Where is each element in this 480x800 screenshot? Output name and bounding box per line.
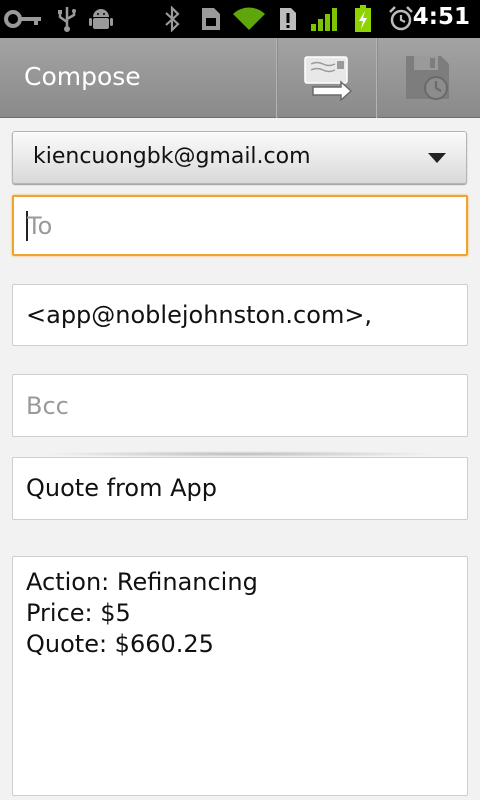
to-field[interactable]: To <box>12 195 468 256</box>
usb-icon <box>56 6 78 32</box>
chevron-down-icon <box>428 153 446 163</box>
save-draft-icon <box>405 56 449 100</box>
subject-field[interactable]: Quote from App <box>12 457 468 520</box>
android-debug-icon <box>88 6 114 32</box>
message-body-field[interactable]: Action: Refinancing Price: $5 Quote: $66… <box>12 556 468 796</box>
body-line: Price: $5 <box>26 599 131 627</box>
key-icon <box>4 6 44 32</box>
status-bar: 4:51 <box>0 0 480 38</box>
body-line: Action: Refinancing <box>26 568 258 596</box>
subject-value: Quote from App <box>26 474 217 502</box>
alert-icon <box>278 6 298 32</box>
from-account-value: kiencuongbk@gmail.com <box>33 144 311 169</box>
page-title: Compose <box>24 62 141 91</box>
bcc-field[interactable]: Bcc <box>12 374 468 437</box>
body-line: Quote: $660.25 <box>26 630 214 658</box>
cc-field[interactable]: <app@noblejohnston.com>, <box>12 284 468 346</box>
to-placeholder: To <box>27 212 53 240</box>
send-button[interactable] <box>278 38 377 118</box>
sim-icon <box>200 6 222 32</box>
bcc-placeholder: Bcc <box>26 392 69 420</box>
signal-icon <box>310 6 340 32</box>
alarm-icon <box>388 6 414 32</box>
clock-time: 4:51 <box>412 4 470 30</box>
action-bar: Compose <box>0 38 480 118</box>
from-account-spinner[interactable]: kiencuongbk@gmail.com <box>12 131 467 184</box>
wifi-icon <box>232 6 266 32</box>
save-draft-button[interactable] <box>378 38 477 118</box>
bluetooth-icon <box>162 6 182 32</box>
send-icon <box>303 56 352 101</box>
cc-value: <app@noblejohnston.com>, <box>26 301 373 329</box>
battery-charging-icon <box>354 5 372 32</box>
